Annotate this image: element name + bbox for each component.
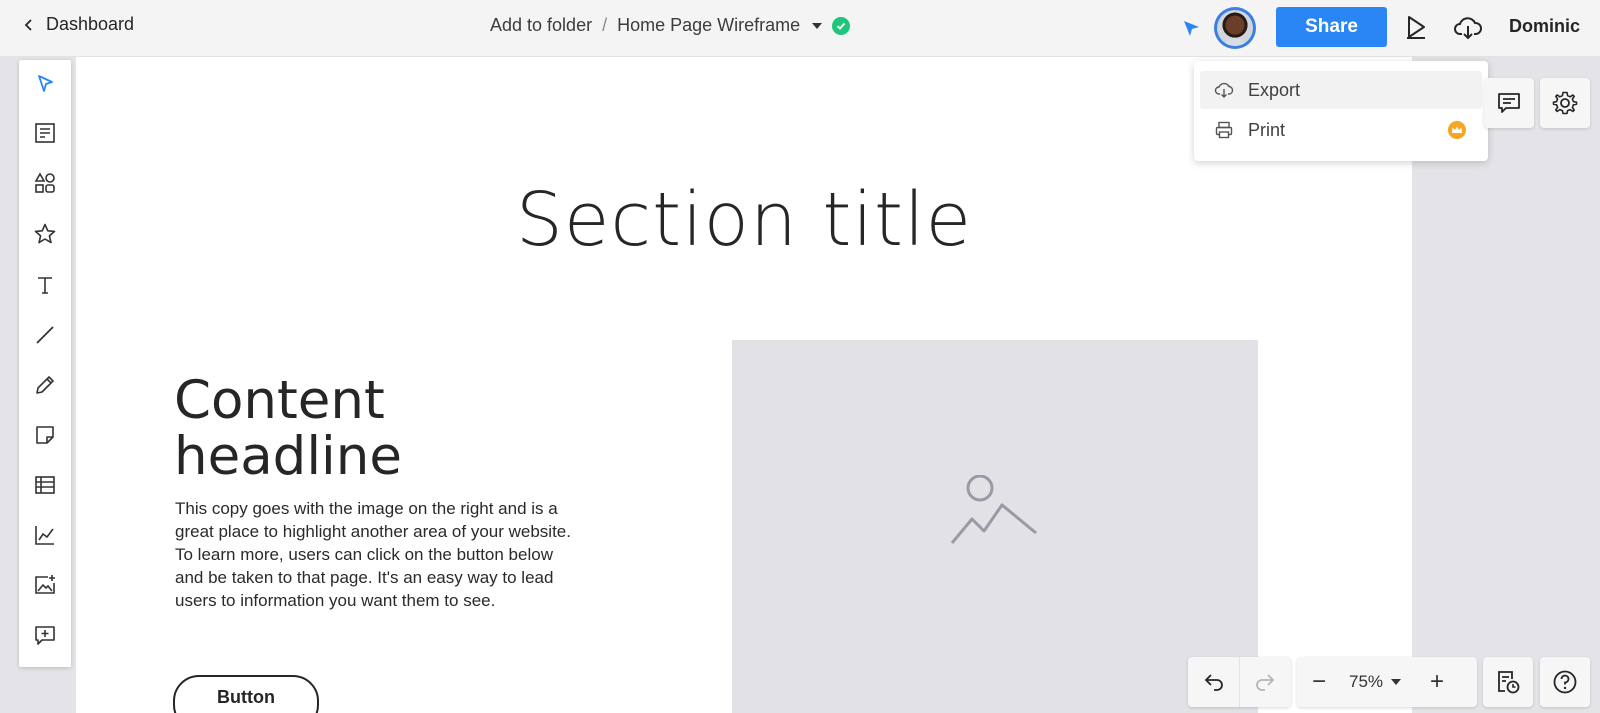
left-toolbar: [19, 60, 71, 667]
image-placeholder[interactable]: [732, 340, 1258, 713]
top-bar: Dashboard Add to folder / Home Page Wire…: [0, 0, 1600, 57]
breadcrumb: Add to folder / Home Page Wireframe: [490, 15, 851, 36]
zoom-control: − 75% +: [1297, 657, 1477, 707]
shapes-tool[interactable]: [31, 169, 59, 197]
printer-icon: [1215, 121, 1233, 139]
settings-button[interactable]: [1540, 78, 1590, 128]
redo-button[interactable]: [1239, 657, 1290, 707]
image-tool[interactable]: [31, 571, 59, 599]
avatar[interactable]: [1214, 7, 1256, 49]
shapes-icon: [34, 172, 55, 193]
image-icon: [950, 475, 1037, 544]
comment-add-icon: [35, 626, 55, 645]
saved-check-icon: [832, 16, 851, 35]
user-name[interactable]: Dominic: [1509, 16, 1580, 37]
section-title[interactable]: Section title: [76, 177, 1412, 263]
play-icon[interactable]: [1403, 14, 1429, 40]
body-copy[interactable]: This copy goes with the image on the rig…: [175, 497, 585, 612]
sticky-note-tool[interactable]: [31, 421, 59, 449]
line-icon: [36, 326, 54, 344]
menu-item-export[interactable]: Export: [1200, 71, 1482, 109]
select-tool[interactable]: [31, 70, 59, 98]
zoom-dropdown-caret[interactable]: [1391, 679, 1401, 685]
headline-line-2: headline: [174, 426, 402, 487]
zoom-value[interactable]: 75%: [1341, 672, 1391, 692]
comment-icon: [1498, 93, 1520, 113]
table-tool[interactable]: [31, 471, 59, 499]
star-icon: [34, 223, 56, 244]
gear-icon: [1552, 91, 1578, 115]
export-menu: Export Print: [1194, 61, 1488, 161]
line-tool[interactable]: [31, 321, 59, 349]
table-icon: [35, 476, 55, 494]
chevron-down-icon[interactable]: [812, 22, 823, 29]
pointer-icon: [38, 75, 53, 92]
sticky-note-icon: [36, 426, 54, 444]
zoom-out-button[interactable]: −: [1297, 657, 1341, 707]
cursor-presence-icon[interactable]: [1181, 18, 1203, 40]
history-icon: [1498, 671, 1520, 694]
line-chart-icon: [35, 526, 54, 545]
text-icon: [38, 277, 52, 294]
text-block-icon: [35, 123, 55, 143]
back-label: Dashboard: [46, 14, 135, 34]
back-to-dashboard-link[interactable]: Dashboard: [22, 14, 134, 35]
print-label: Print: [1248, 119, 1286, 140]
image-add-icon: [35, 575, 55, 594]
undo-icon: [1204, 674, 1223, 691]
undo-button[interactable]: [1188, 657, 1239, 707]
breadcrumb-separator: /: [602, 15, 608, 35]
cloud-download-icon: [1214, 82, 1234, 98]
wireframe-button-label: Button: [217, 687, 275, 707]
text-tool[interactable]: [31, 271, 59, 299]
pen-tool[interactable]: [31, 371, 59, 399]
headline-line-1: Content: [174, 370, 385, 431]
pencil-icon: [36, 376, 54, 394]
menu-item-print[interactable]: Print: [1200, 111, 1482, 149]
wireframe-button[interactable]: Button: [173, 675, 319, 713]
export-label: Export: [1248, 79, 1301, 100]
zoom-in-button[interactable]: +: [1415, 657, 1459, 707]
version-history-button[interactable]: [1483, 657, 1533, 707]
add-to-folder-link[interactable]: Add to folder: [490, 15, 592, 36]
content-headline[interactable]: Content headline: [174, 373, 594, 485]
help-button[interactable]: [1540, 657, 1590, 707]
share-button[interactable]: Share: [1276, 7, 1387, 47]
cloud-download-icon[interactable]: [1454, 14, 1482, 42]
document-title[interactable]: Home Page Wireframe: [617, 15, 800, 36]
chart-tool[interactable]: [31, 521, 59, 549]
icons-tool[interactable]: [31, 220, 59, 248]
crown-icon: [1448, 121, 1466, 139]
comment-tool[interactable]: [31, 621, 59, 649]
help-icon: [1553, 670, 1577, 694]
text-block-tool[interactable]: [31, 119, 59, 147]
chevron-left-icon: [24, 18, 32, 31]
undo-redo-group: [1188, 657, 1291, 707]
comments-button[interactable]: [1484, 78, 1534, 128]
redo-icon: [1256, 674, 1275, 691]
